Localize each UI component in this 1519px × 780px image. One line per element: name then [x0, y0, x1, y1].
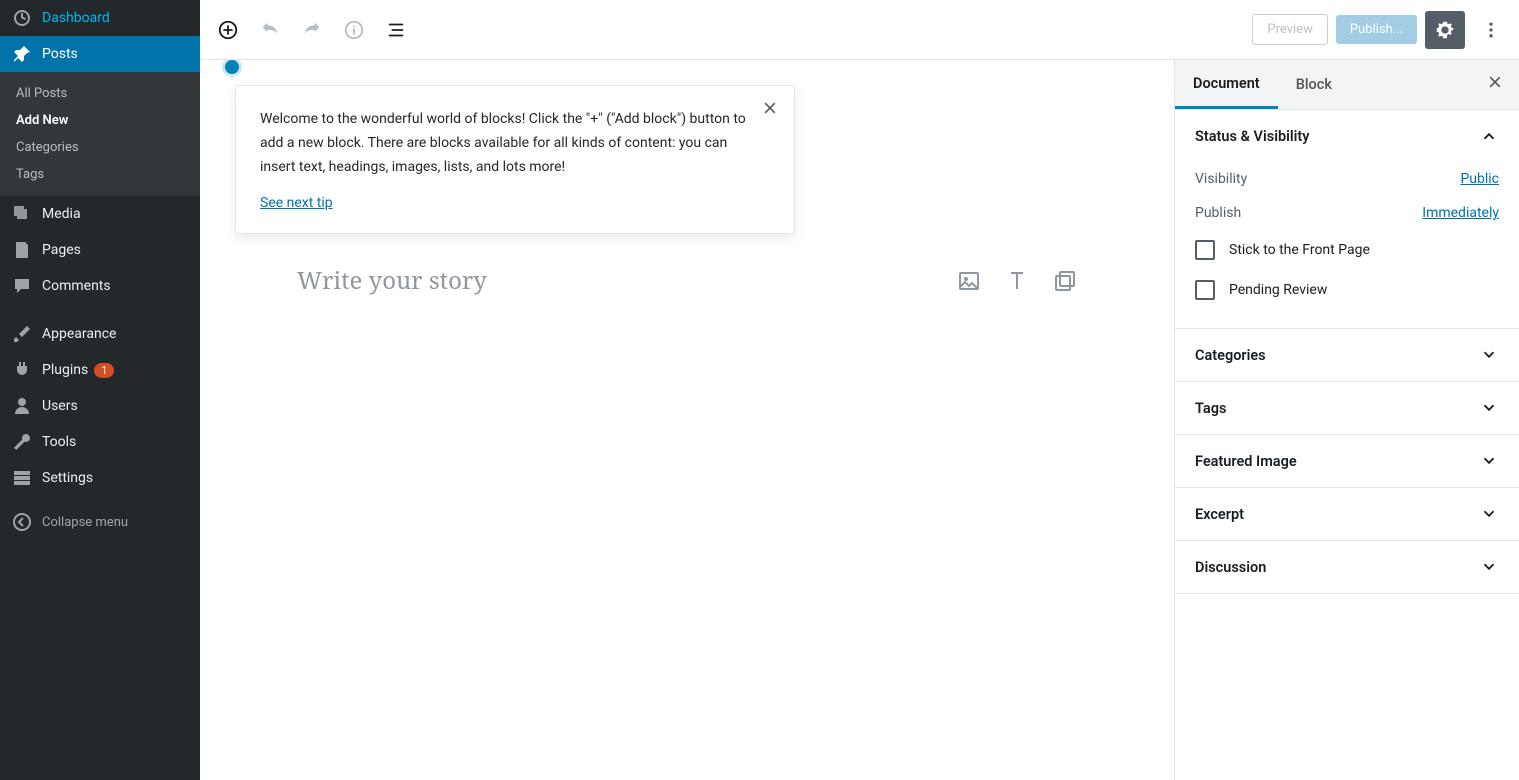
publish-button[interactable]: Publish...: [1336, 15, 1417, 44]
sidebar-label: Users: [42, 398, 78, 414]
sidebar-label: Pages: [42, 242, 81, 258]
submenu-add-new[interactable]: Add New: [0, 107, 200, 134]
panel-close-button[interactable]: [1471, 74, 1519, 95]
brush-icon: [12, 324, 32, 344]
submenu-all-posts[interactable]: All Posts: [0, 80, 200, 107]
visibility-label: Visibility: [1195, 171, 1247, 187]
plug-icon: [12, 360, 32, 380]
sidebar-label: Appearance: [42, 326, 116, 342]
publish-label: Publish: [1195, 205, 1241, 221]
sidebar-label: Posts: [42, 46, 78, 62]
main-area: Preview Publish... Welcome to the wonder…: [200, 0, 1519, 780]
pending-review-checkbox[interactable]: [1195, 280, 1215, 300]
settings-toggle-button[interactable]: [1425, 11, 1465, 49]
sidebar-item-settings[interactable]: Settings: [0, 460, 200, 496]
sidebar-item-appearance[interactable]: Appearance: [0, 316, 200, 352]
tip-pulse-indicator: [225, 60, 239, 74]
insert-gallery-icon[interactable]: [1053, 269, 1077, 293]
sidebar-label: Tools: [42, 434, 76, 450]
media-icon: [12, 204, 32, 224]
more-options-button[interactable]: [1473, 12, 1509, 48]
stick-label: Stick to the Front Page: [1229, 242, 1370, 258]
chevron-down-icon: [1479, 345, 1499, 365]
panel-tabs: Document Block: [1175, 60, 1519, 110]
chevron-down-icon: [1479, 557, 1499, 577]
submenu-categories[interactable]: Categories: [0, 134, 200, 161]
pin-icon: [12, 44, 32, 64]
content-placeholder[interactable]: Write your story: [297, 264, 957, 297]
settings-panel: Document Block Status & Visibility Visib…: [1174, 60, 1519, 780]
chevron-down-icon: [1479, 451, 1499, 471]
insert-image-icon[interactable]: [957, 269, 981, 293]
publish-value-link[interactable]: Immediately: [1422, 205, 1499, 221]
collapse-label: Collapse menu: [42, 515, 128, 530]
tab-document[interactable]: Document: [1175, 61, 1278, 109]
tip-popover: Welcome to the wonderful world of blocks…: [235, 85, 795, 234]
section-toggle-tags[interactable]: Tags: [1175, 382, 1519, 434]
add-block-button[interactable]: [210, 12, 246, 48]
sidebar-label: Media: [42, 206, 81, 222]
sidebar-label: Settings: [42, 470, 93, 486]
info-button[interactable]: [336, 12, 372, 48]
pages-icon: [12, 240, 32, 260]
section-toggle-status[interactable]: Status & Visibility: [1175, 110, 1519, 162]
plugins-update-badge: 1: [94, 363, 114, 378]
posts-submenu: All Posts Add New Categories Tags: [0, 72, 200, 196]
section-toggle-discussion[interactable]: Discussion: [1175, 541, 1519, 593]
sidebar-item-plugins[interactable]: Plugins 1: [0, 352, 200, 388]
sidebar-item-users[interactable]: Users: [0, 388, 200, 424]
chevron-down-icon: [1479, 398, 1499, 418]
sidebar-item-pages[interactable]: Pages: [0, 232, 200, 268]
comments-icon: [12, 276, 32, 296]
undo-button[interactable]: [252, 12, 288, 48]
editor-canvas[interactable]: Welcome to the wonderful world of blocks…: [200, 60, 1174, 780]
preview-button[interactable]: Preview: [1252, 14, 1327, 45]
section-toggle-featured-image[interactable]: Featured Image: [1175, 435, 1519, 487]
outline-button[interactable]: [378, 12, 414, 48]
tip-close-button[interactable]: [758, 96, 782, 120]
tip-next-link[interactable]: See next tip: [260, 195, 333, 211]
tab-block[interactable]: Block: [1278, 62, 1350, 107]
collapse-icon: [12, 512, 32, 532]
sidebar-item-tools[interactable]: Tools: [0, 424, 200, 460]
sidebar-item-comments[interactable]: Comments: [0, 268, 200, 304]
redo-button[interactable]: [294, 12, 330, 48]
editor-topbar: Preview Publish...: [200, 0, 1519, 60]
wrench-icon: [12, 432, 32, 452]
sidebar-item-media[interactable]: Media: [0, 196, 200, 232]
sidebar-label: Plugins: [42, 362, 88, 378]
section-toggle-excerpt[interactable]: Excerpt: [1175, 488, 1519, 540]
chevron-up-icon: [1479, 126, 1499, 146]
sidebar-item-dashboard[interactable]: Dashboard: [0, 0, 200, 36]
sliders-icon: [12, 468, 32, 488]
sidebar-item-posts[interactable]: Posts: [0, 36, 200, 72]
visibility-value-link[interactable]: Public: [1460, 171, 1499, 187]
chevron-down-icon: [1479, 504, 1499, 524]
section-toggle-categories[interactable]: Categories: [1175, 329, 1519, 381]
user-icon: [12, 396, 32, 416]
dashboard-icon: [12, 8, 32, 28]
tip-text: Welcome to the wonderful world of blocks…: [260, 108, 754, 179]
section-status-visibility: Status & Visibility Visibility Public Pu…: [1175, 110, 1519, 329]
submenu-tags[interactable]: Tags: [0, 161, 200, 188]
sidebar-label: Dashboard: [42, 10, 110, 26]
stick-front-page-checkbox[interactable]: [1195, 240, 1215, 260]
pending-label: Pending Review: [1229, 282, 1327, 298]
sidebar-label: Comments: [42, 278, 111, 294]
insert-heading-icon[interactable]: [1005, 269, 1029, 293]
collapse-menu-button[interactable]: Collapse menu: [0, 502, 200, 542]
admin-sidebar: Dashboard Posts All Posts Add New Catego…: [0, 0, 200, 780]
